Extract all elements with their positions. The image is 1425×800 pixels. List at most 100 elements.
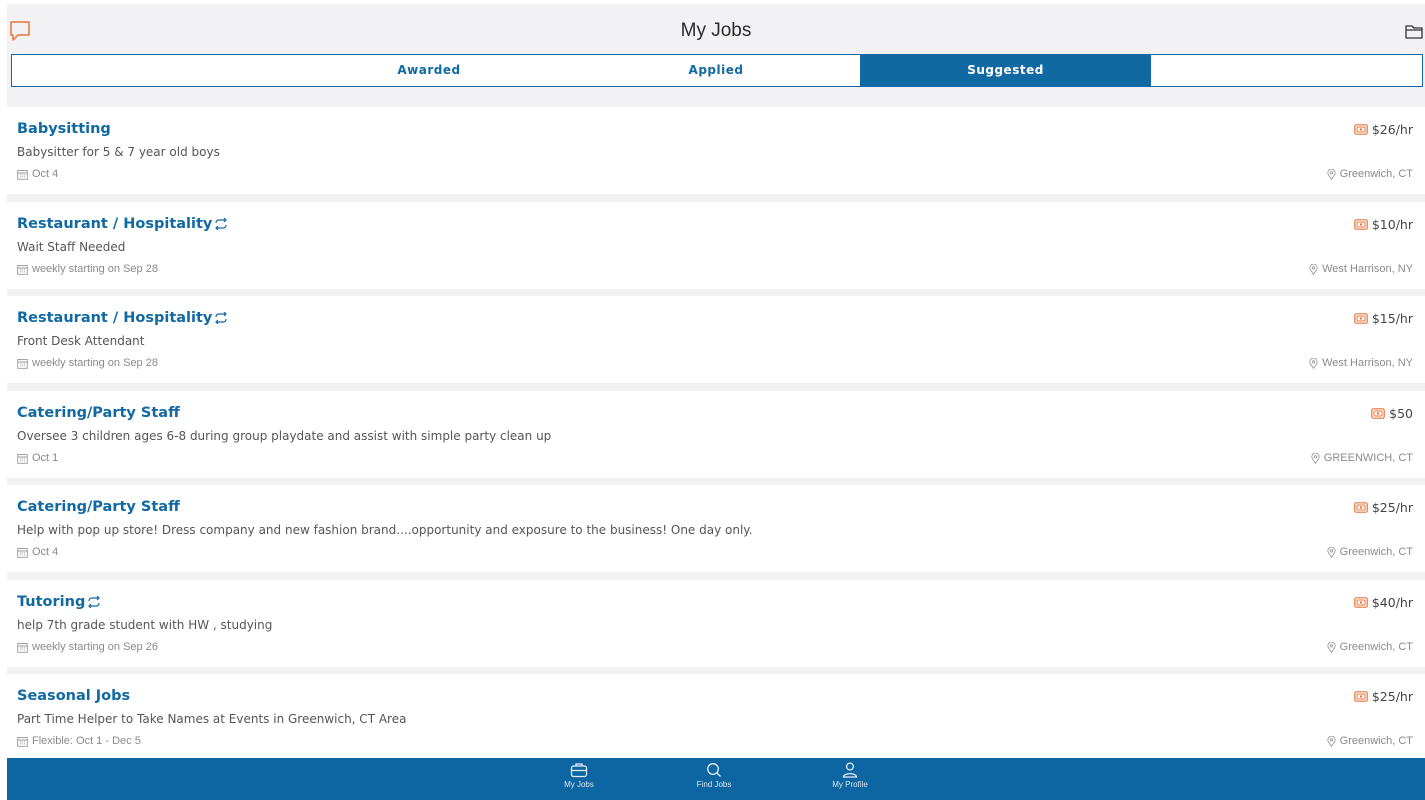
nav-find-jobs[interactable]: Find Jobs [674, 762, 754, 789]
nav-label: My Jobs [564, 780, 594, 789]
job-pay-text: $15/hr [1371, 311, 1413, 326]
calendar-icon [17, 547, 28, 558]
job-pay: $25/hr [1354, 500, 1413, 515]
job-date: weekly starting on Sep 26 [17, 641, 158, 653]
job-date: Oct 1 [17, 452, 58, 464]
job-card[interactable]: Tutoring help 7th grade student with HW ,… [7, 580, 1425, 667]
job-location-text: Greenwich, CT [1339, 641, 1413, 653]
job-location: Greenwich, CT [1326, 735, 1413, 747]
job-description: Front Desk Attendant [17, 334, 145, 348]
job-pay: $40/hr [1354, 595, 1413, 610]
money-icon [1354, 313, 1368, 324]
job-title-text: Seasonal Jobs [17, 688, 131, 704]
job-title[interactable]: Tutoring [17, 594, 101, 610]
bottom-nav: My Jobs Find Jobs My Profile [7, 758, 1425, 800]
calendar-icon [17, 642, 28, 653]
location-pin-icon [1326, 168, 1336, 180]
job-title-text: Tutoring [17, 594, 86, 610]
job-date: weekly starting on Sep 28 [17, 357, 158, 369]
job-card[interactable]: Babysitting Babysitter for 5 & 7 year old… [7, 107, 1425, 194]
job-pay: $25/hr [1354, 689, 1413, 704]
tab-applied[interactable]: Applied [572, 55, 860, 86]
tab-suggested[interactable]: Suggested [860, 55, 1151, 86]
job-pay: $15/hr [1354, 311, 1413, 326]
job-date-text: Oct 4 [32, 168, 59, 180]
repeat-icon [215, 312, 228, 324]
job-date: Oct 4 [17, 546, 58, 558]
repeat-icon [88, 596, 101, 608]
folder-icon[interactable] [1405, 24, 1423, 40]
job-title[interactable]: Catering/Party Staff [17, 499, 180, 515]
job-title[interactable]: Restaurant / Hospitality [17, 310, 228, 326]
location-pin-icon [1326, 641, 1336, 653]
location-pin-icon [1326, 546, 1336, 558]
job-pay: $26/hr [1354, 122, 1413, 137]
nav-my-profile[interactable]: My Profile [810, 762, 890, 789]
briefcase-icon [570, 763, 588, 778]
job-card[interactable]: Catering/Party Staff Oversee 3 children a… [7, 391, 1425, 478]
job-card[interactable]: Catering/Party Staff Help with pop up sto… [7, 485, 1425, 572]
job-title-text: Catering/Party Staff [17, 499, 180, 515]
job-title[interactable]: Restaurant / Hospitality [17, 216, 228, 232]
job-title[interactable]: Seasonal Jobs [17, 688, 130, 704]
nav-label: Find Jobs [696, 780, 732, 789]
job-card[interactable]: Restaurant / Hospitality Front Desk Atten… [7, 296, 1425, 383]
job-card[interactable]: Restaurant / Hospitality Wait Staff Neede… [7, 202, 1425, 289]
money-icon [1354, 691, 1368, 702]
job-date: Flexible: Oct 1 - Dec 5 [17, 735, 141, 747]
job-description: Help with pop up store! Dress company an… [17, 523, 753, 537]
job-location: West Harrison, NY [1309, 357, 1413, 369]
job-location: GREENWICH, CT [1311, 452, 1413, 464]
calendar-icon [17, 169, 28, 180]
nav-label: My Profile [832, 780, 868, 789]
job-pay-text: $50 [1389, 406, 1413, 421]
person-icon [842, 762, 858, 778]
location-pin-icon [1326, 735, 1336, 747]
job-card[interactable]: Seasonal Jobs Part Time Helper to Take Na… [7, 674, 1425, 761]
job-date: weekly starting on Sep 28 [17, 263, 158, 275]
job-title[interactable]: Catering/Party Staff [17, 405, 180, 421]
job-description: help 7th grade student with HW , studyin… [17, 618, 273, 632]
job-location-text: Greenwich, CT [1339, 546, 1413, 558]
job-title-text: Restaurant / Hospitality [17, 216, 213, 232]
money-icon [1354, 219, 1368, 230]
job-title[interactable]: Babysitting [17, 121, 111, 137]
location-pin-icon [1311, 452, 1320, 464]
job-description: Babysitter for 5 & 7 year old boys [17, 145, 220, 159]
nav-my-jobs[interactable]: My Jobs [539, 762, 619, 789]
tab-awarded[interactable]: Awarded [286, 55, 572, 86]
location-pin-icon [1309, 263, 1318, 275]
job-title-text: Restaurant / Hospitality [17, 310, 213, 326]
job-date-text: Flexible: Oct 1 - Dec 5 [32, 735, 141, 747]
calendar-icon [17, 358, 28, 369]
job-title-text: Babysitting [17, 121, 111, 137]
job-pay-text: $40/hr [1371, 595, 1413, 610]
job-pay-text: $25/hr [1371, 689, 1413, 704]
tab-bar: Awarded Applied Suggested [11, 54, 1423, 87]
job-date-text: weekly starting on Sep 28 [32, 357, 158, 369]
job-pay: $10/hr [1354, 217, 1413, 232]
job-location-text: West Harrison, NY [1322, 357, 1413, 369]
job-date-text: weekly starting on Sep 26 [32, 641, 158, 653]
job-description: Part Time Helper to Take Names at Events… [17, 712, 407, 726]
header: My Jobs [7, 4, 1425, 54]
job-location-text: West Harrison, NY [1322, 263, 1413, 275]
page-title: My Jobs [680, 20, 752, 41]
calendar-icon [17, 736, 28, 747]
job-pay-text: $10/hr [1371, 217, 1413, 232]
money-icon [1371, 408, 1385, 419]
job-pay: $50 [1371, 406, 1413, 421]
job-pay-text: $26/hr [1371, 122, 1413, 137]
money-icon [1354, 597, 1368, 608]
job-date-text: weekly starting on Sep 28 [32, 263, 158, 275]
app-root: My Jobs Awarded Applied Suggested Babysi… [7, 4, 1425, 800]
job-date: Oct 4 [17, 168, 58, 180]
job-location-text: GREENWICH, CT [1323, 452, 1413, 464]
job-date-text: Oct 4 [32, 546, 59, 558]
location-pin-icon [1309, 357, 1318, 369]
calendar-icon [17, 264, 28, 275]
job-location: Greenwich, CT [1326, 168, 1413, 180]
job-date-text: Oct 1 [32, 452, 59, 464]
job-description: Oversee 3 children ages 6-8 during group… [17, 429, 552, 443]
job-location: Greenwich, CT [1326, 546, 1413, 558]
